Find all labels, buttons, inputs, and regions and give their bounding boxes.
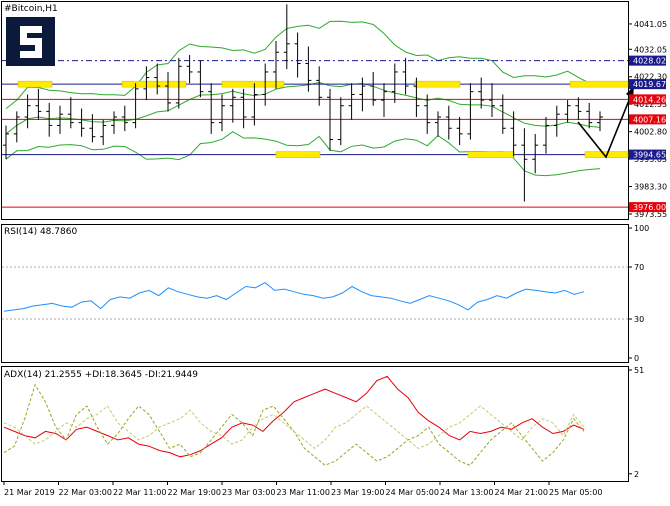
rsi-plot: 100 70 30 0 [2, 224, 649, 363]
x-tick-label: 25 Mar 05:00 [549, 488, 602, 497]
candle [132, 83, 139, 129]
x-axis-ticks: 21 Mar 2019 22 Mar 03:00 22 Mar 11:00 22 Ma… [3, 481, 602, 497]
broker-logo-icon [6, 17, 55, 66]
x-tick-label: 23 Mar 11:00 [277, 488, 330, 497]
rsi-tick-label: 30 [634, 315, 644, 324]
candle [597, 111, 603, 132]
x-tick-label: 22 Mar 19:00 [168, 488, 221, 497]
zone-1 [121, 80, 187, 88]
candle [111, 111, 117, 134]
price-tick-label: 4041.05 [634, 20, 667, 29]
x-tick-label: 24 Mar 05:00 [386, 488, 439, 497]
candle [197, 60, 204, 98]
x-tick-label: 22 Mar 03:00 [59, 488, 112, 497]
x-tick-label: 24 Mar 13:00 [440, 488, 493, 497]
zone-3 [414, 80, 461, 88]
forecast-arrow [577, 86, 634, 159]
price-panel [1, 1, 629, 220]
price-title: #Bitcoin,H1 [4, 4, 58, 14]
candle [165, 71, 171, 112]
candle [121, 105, 128, 132]
price-tag-label: 3994.65 [633, 151, 666, 160]
candle [283, 4, 290, 70]
candle [510, 111, 517, 157]
x-tick-label: 23 Mar 03:00 [222, 488, 275, 497]
candle [456, 116, 463, 146]
candle [240, 88, 247, 129]
candle [337, 97, 344, 146]
adx-tick-label: 2 [634, 470, 639, 479]
zone-5 [275, 151, 321, 158]
minus-di-line [3, 405, 585, 450]
price-tick-label: 4032.05 [634, 45, 667, 54]
rsi-tick-label: 70 [634, 263, 644, 272]
forecast-path [577, 92, 633, 159]
candle [78, 108, 85, 137]
candle [35, 88, 42, 120]
price-tick-label: 3983.30 [634, 183, 667, 192]
candle [478, 77, 485, 109]
candle [575, 97, 582, 120]
adx-tick-label: 51 [634, 366, 644, 375]
x-tick-label: 23 Mar 19:00 [331, 488, 384, 497]
zone-4 [569, 80, 629, 88]
price-tag-label: 3976.00 [633, 203, 666, 212]
candle [348, 83, 355, 120]
x-tick-label: 21 Mar 2019 [4, 488, 55, 497]
rsi-panel [1, 224, 629, 363]
adx-plot: 51 2 [3, 366, 644, 479]
adx-title: ADX(14) 21.2555 +DI:18.3645 -DI:21.9449 [4, 370, 198, 380]
candle [89, 114, 96, 143]
zone-6 [467, 151, 515, 158]
price-tag-label: 4019.67 [633, 80, 666, 89]
bollinger-upper-line [5, 20, 601, 109]
rsi-line [3, 282, 585, 312]
candle [553, 105, 560, 137]
candle [543, 116, 549, 154]
price-tag-label: 4014.26 [633, 95, 666, 104]
plus-di-line [3, 383, 585, 466]
chart-window: 4041.05 4032.05 4022.30 4012.55 4002.80 3993.… [0, 0, 670, 502]
rsi-tick-label: 100 [634, 224, 649, 233]
bollinger-middle-line [5, 81, 601, 135]
chart-canvas: 4041.054032.054022.304012.554002.803993.… [1, 1, 667, 497]
candle [499, 94, 506, 134]
zone-2 [221, 80, 285, 88]
x-tick-label: 24 Mar 21:00 [495, 488, 548, 497]
candle [359, 77, 366, 112]
candle [532, 133, 539, 174]
candle [489, 83, 495, 117]
candle [186, 55, 193, 84]
price-tag-label: 4007.16 [633, 115, 666, 124]
candle [445, 105, 452, 140]
candle [370, 71, 377, 106]
price-tag-label: 4028.02 [633, 57, 666, 66]
candle [67, 97, 74, 129]
candle [219, 94, 225, 132]
candle [208, 83, 215, 134]
zone-0 [17, 80, 53, 88]
candle [521, 128, 528, 202]
x-tick-label: 22 Mar 11:00 [113, 488, 166, 497]
price-tick-label: 4002.80 [634, 128, 667, 137]
candle [100, 119, 107, 146]
candle [229, 88, 236, 123]
candle [402, 57, 409, 95]
candle [391, 63, 398, 103]
candles [3, 4, 603, 202]
rsi-title: RSI(14) 48.7860 [4, 227, 77, 237]
candle [154, 63, 161, 95]
candle [586, 102, 593, 129]
price-lines [2, 60, 628, 208]
candle [381, 83, 387, 117]
rsi-tick-label: 0 [634, 354, 639, 363]
candle [294, 32, 301, 78]
candle [467, 83, 474, 140]
candle [435, 111, 441, 137]
